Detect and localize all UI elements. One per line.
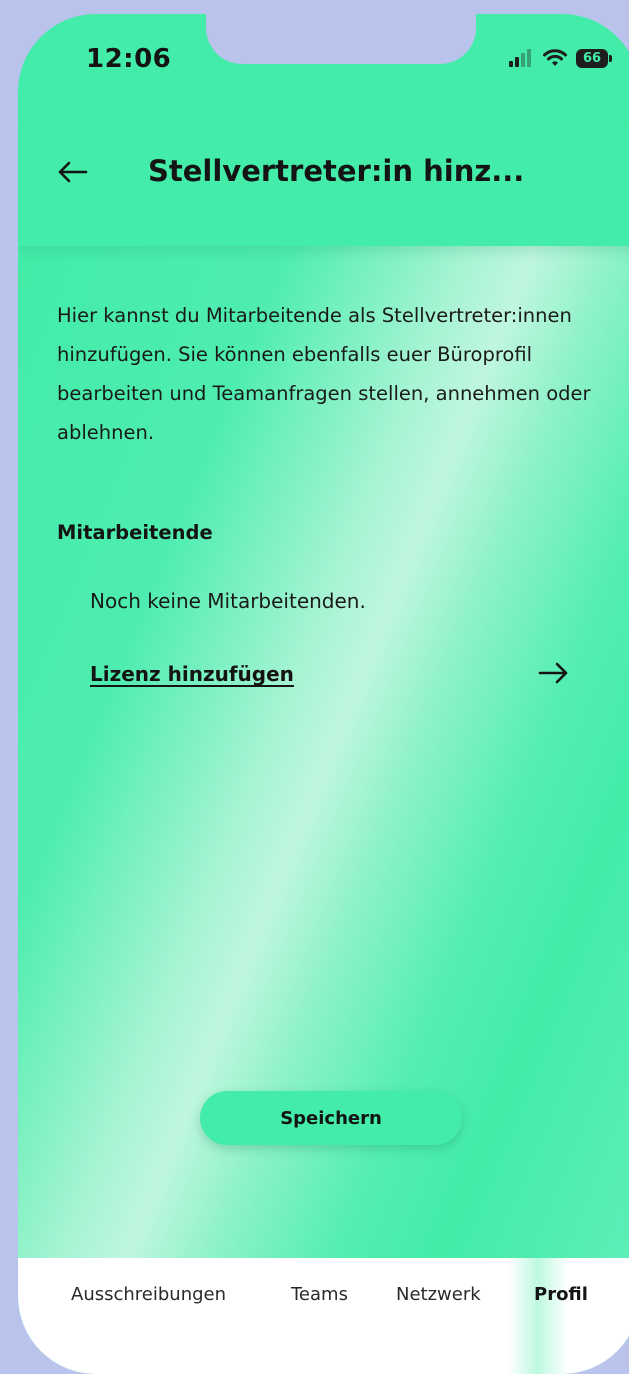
main-content: Hier kannst du Mitarbeitende als Stellve… [18,246,629,1272]
app-header: Stellvertreter:in hinz... [18,124,629,246]
status-bar: 12:06 66 [18,14,629,124]
empty-state-text: Noch keine Mitarbeitenden. [90,589,366,613]
signal-icon [509,49,531,67]
arrow-right-icon[interactable] [534,653,574,693]
section-title-mitarbeitende: Mitarbeitende [57,521,213,544]
arrow-left-icon[interactable] [52,152,92,192]
battery-icon: 66 [576,48,612,68]
add-license-link[interactable]: Lizenz hinzufügen [90,662,294,686]
page-title: Stellvertreter:in hinz... [148,154,525,188]
save-button[interactable]: Speichern [200,1091,462,1145]
battery-level: 66 [582,50,602,66]
notch [206,14,476,64]
tab-netzwerk[interactable]: Netzwerk [396,1284,481,1305]
status-icons: 66 [508,48,612,68]
active-tab-glow [508,1258,568,1374]
tab-teams[interactable]: Teams [291,1284,348,1305]
tab-profil[interactable]: Profil [534,1284,588,1305]
tab-ausschreibungen[interactable]: Ausschreibungen [71,1284,226,1305]
status-time: 12:06 [86,44,172,74]
bottom-tab-bar: Ausschreibungen Teams Netzwerk Profil [18,1258,629,1374]
phone-frame: 12:06 66 Stellvertreter:in hinz... Hier … [18,14,629,1374]
wifi-icon [543,49,567,66]
intro-text: Hier kannst du Mitarbeitende als Stellve… [57,304,591,444]
